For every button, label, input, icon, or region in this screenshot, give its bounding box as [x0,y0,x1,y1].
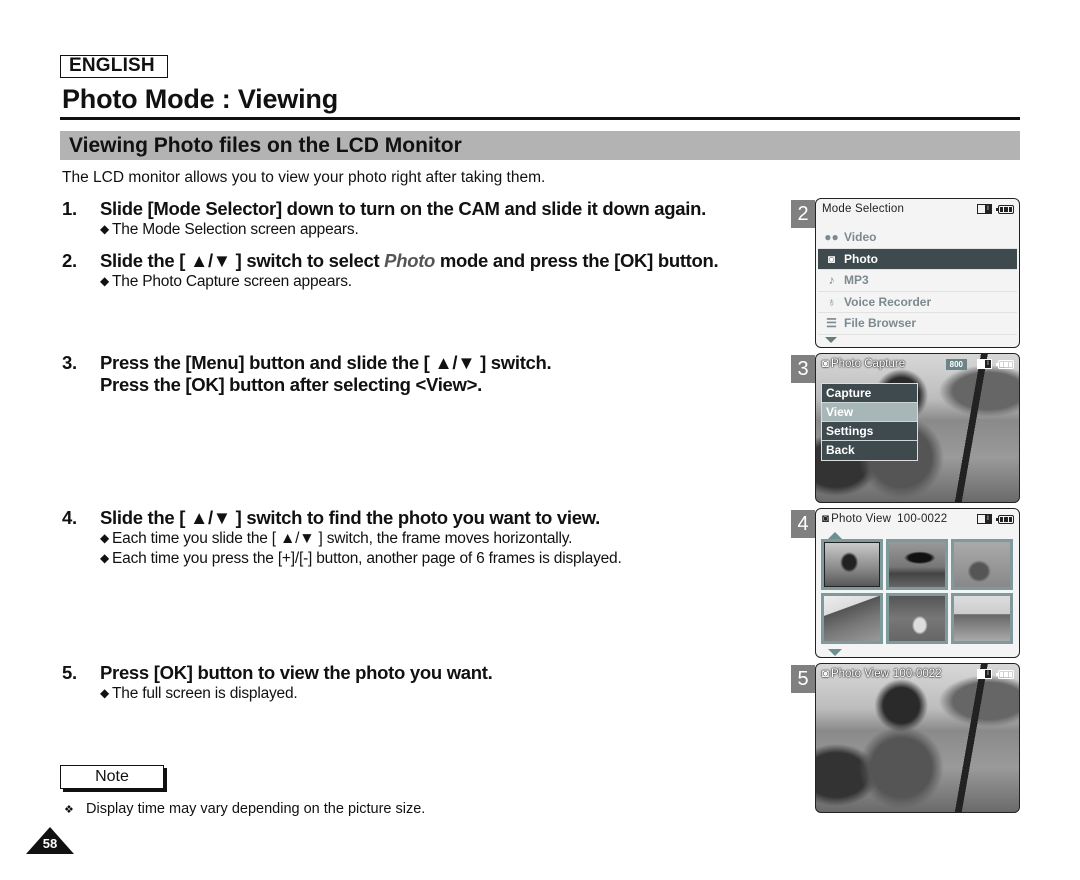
step-bullet: ◆ The full screen is displayed. [100,685,298,702]
note-label: Note [60,765,164,789]
step-bullet: ◆ Each time you press the [+]/[-] button,… [100,550,622,567]
scroll-down-arrow-icon[interactable] [828,649,842,656]
clover-bullet-icon: ❖ [64,804,74,816]
diamond-bullet-icon: ◆ [100,686,110,700]
screen-number: 5 [791,665,815,693]
thumbnail-grid [816,539,1019,644]
resolution-badge: 800 [945,358,967,370]
screen-title: Photo Capture [830,358,906,370]
lcd-screen-mode-selection: Mode Selection I ●● Video ◙ Photo ♪ MP3 ♁ Vo… [815,198,1020,348]
page-number: 58 [42,836,58,851]
microphone-icon: ♁ [827,294,836,309]
menu-item-settings[interactable]: Settings [822,422,917,441]
scroll-up-arrow-icon[interactable] [828,532,842,539]
note-text: ❖ Display time may vary depending on the … [64,801,426,817]
thumbnail[interactable] [886,539,948,590]
mode-item-video[interactable]: ●● Video [818,227,1017,249]
step-3: 3. Press the [Menu] button and slide the… [62,352,782,396]
step-text: Slide the [ ▲/▼ ] switch to find the pho… [100,507,600,528]
diamond-bullet-icon: ◆ [100,274,110,288]
file-number: 100-0022 [897,513,948,525]
mode-item-voice-recorder[interactable]: ♁ Voice Recorder [818,292,1017,313]
camera-icon: ◙ [822,668,829,680]
video-camera-icon: ●● [824,230,839,245]
screen-title: Photo View [831,513,892,525]
menu-item-back[interactable]: Back [822,441,917,460]
capture-menu: Capture View Settings Back [821,383,918,461]
music-note-icon: ♪ [828,273,835,288]
step-number: 1. [62,198,77,219]
memory-card-icon: I [977,514,992,524]
photo-mode-term: Photo [384,250,436,271]
step-bullet: ◆ The Photo Capture screen appears. [100,273,352,290]
step-number: 3. [62,352,77,373]
page-title: Photo Mode : Viewing [62,84,338,114]
diamond-bullet-icon: ◆ [100,551,110,565]
lcd-header: ◙ Photo View 100-0022 I [816,509,1019,529]
battery-icon [996,204,1014,214]
lcd-screen-photo-capture: ◙ Photo Capture 800 I Capture View Setti… [815,353,1020,503]
mode-item-file-browser[interactable]: ☰ File Browser [818,313,1017,335]
step-number: 2. [62,250,77,271]
language-label: ENGLISH [60,55,168,78]
diamond-bullet-icon: ◆ [100,531,110,545]
thumbnail[interactable] [951,593,1013,644]
mode-list: ●● Video ◙ Photo ♪ MP3 ♁ Voice Recorder ☰ Fil… [816,219,1019,347]
mode-item-photo[interactable]: ◙ Photo [818,248,1017,270]
menu-item-view[interactable]: View [822,403,917,422]
screen-number: 3 [791,355,815,383]
scroll-down-arrow-icon[interactable] [825,336,837,343]
file-icon: ☰ [826,316,837,331]
memory-card-icon: I [977,204,992,214]
screen-title: Mode Selection [822,203,905,215]
step-1: 1. Slide [Mode Selector] down to turn on… [62,198,782,240]
camera-icon: ◙ [822,513,830,525]
title-divider [60,117,1020,120]
screen-number: 4 [791,510,815,538]
step-text: Slide the [ ▲/▼ ] switch to select Photo… [100,250,719,271]
battery-icon [996,359,1014,369]
step-bullet: ◆ The Mode Selection screen appears. [100,221,359,238]
lcd-header: ◙ Photo View 100-0022 I [816,664,1019,684]
memory-card-icon: I [977,669,992,679]
mode-item-mp3[interactable]: ♪ MP3 [818,270,1017,292]
camera-icon: ◙ [822,358,829,370]
step-4: 4. Slide the [ ▲/▼ ] switch to find the … [62,507,782,569]
thumbnail[interactable] [821,539,883,590]
memory-card-icon: I [977,359,992,369]
thumbnail[interactable] [886,593,948,644]
step-number: 4. [62,507,77,528]
lcd-screen-photo-view-full: ◙ Photo View 100-0022 I [815,663,1020,813]
step-text: Press the [Menu] button and slide the [ … [100,352,552,395]
file-number: 100-0022 [892,668,942,680]
step-text: Press [OK] button to view the photo you … [100,662,493,683]
section-heading: Viewing Photo files on the LCD Monitor [60,131,1020,160]
lcd-header: Mode Selection I [816,199,1019,219]
lcd-screen-photo-view-thumbnails: ◙ Photo View 100-0022 I [815,508,1020,658]
step-5: 5. Press [OK] button to view the photo y… [62,662,782,704]
thumbnail[interactable] [821,593,883,644]
screen-title: Photo View [830,668,889,680]
step-number: 5. [62,662,77,683]
intro-text: The LCD monitor allows you to view your … [62,169,546,186]
thumbnail[interactable] [951,539,1013,590]
step-2: 2. Slide the [ ▲/▼ ] switch to select Ph… [62,250,782,292]
battery-icon [996,514,1014,524]
step-text: Slide [Mode Selector] down to turn on th… [100,198,706,219]
camera-icon: ◙ [827,251,836,266]
diamond-bullet-icon: ◆ [100,222,110,236]
step-bullet: ◆ Each time you slide the [ ▲/▼ ] switch,… [100,530,573,547]
screen-number: 2 [791,200,815,228]
lcd-header: ◙ Photo Capture 800 I [816,354,1019,374]
menu-item-capture[interactable]: Capture [822,384,917,403]
battery-icon [996,669,1014,679]
